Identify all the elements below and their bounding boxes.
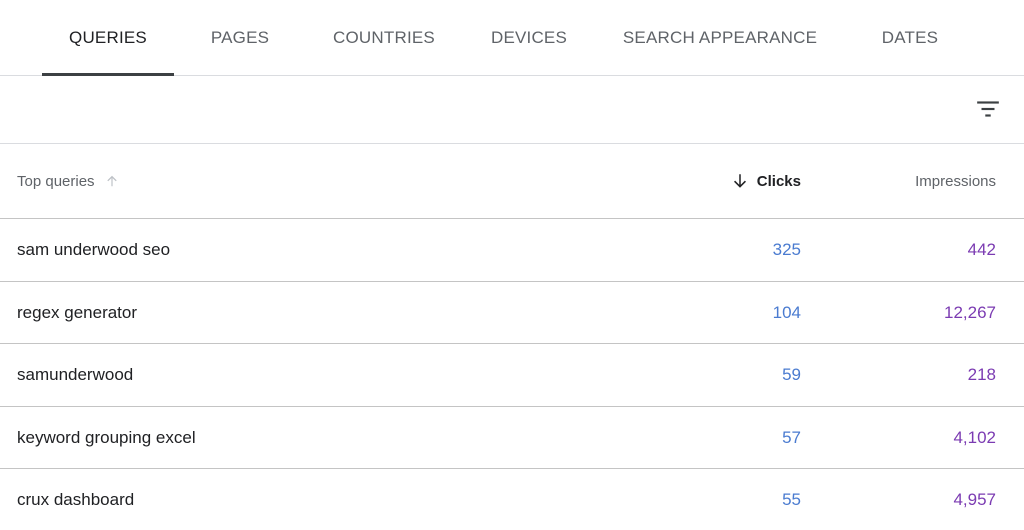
filter-icon[interactable] [975, 96, 1001, 122]
table-header: Top queries Clicks Impressions [0, 144, 1024, 219]
column-header-clicks[interactable]: Clicks [731, 144, 801, 218]
arrow-down-icon [733, 174, 746, 188]
tab-pages[interactable]: PAGES [190, 0, 290, 75]
table-row[interactable]: sam underwood seo 325 442 [0, 219, 1024, 282]
clicks-cell: 325 [772, 240, 801, 259]
query-cell: regex generator [17, 302, 138, 322]
impressions-cell: 4,102 [953, 427, 996, 447]
impressions-cell: 442 [967, 240, 996, 259]
column-header-top-queries[interactable]: Top queries [17, 144, 119, 218]
column-header-impressions[interactable]: Impressions [915, 144, 996, 218]
clicks-cell: 104 [772, 302, 801, 322]
table-body: sam underwood seo 325 442 regex generato… [0, 219, 1024, 530]
query-cell: keyword grouping excel [17, 427, 196, 447]
impressions-cell: 12,267 [944, 302, 996, 322]
clicks-cell: 57 [782, 427, 801, 447]
report-tabs: QUERIES PAGES COUNTRIES DEVICES SEARCH A… [0, 0, 1024, 76]
tab-countries[interactable]: COUNTRIES [320, 0, 448, 75]
table-row[interactable]: samunderwood 59 218 [0, 344, 1024, 407]
tab-search-appearance[interactable]: SEARCH APPEARANCE [610, 0, 830, 75]
tab-dates[interactable]: DATES [860, 0, 960, 75]
query-cell: sam underwood seo [17, 240, 171, 259]
tab-queries[interactable]: QUERIES [42, 0, 174, 76]
column-header-label: Clicks [756, 172, 801, 190]
query-cell: samunderwood [17, 365, 134, 384]
table-row[interactable]: crux dashboard 55 4,957 [0, 469, 1024, 530]
tab-devices[interactable]: DEVICES [478, 0, 580, 75]
clicks-cell: 59 [782, 365, 801, 384]
column-header-label: Top queries [17, 172, 95, 190]
impressions-cell: 218 [967, 365, 996, 384]
query-cell: crux dashboard [17, 490, 135, 509]
impressions-cell: 4,957 [953, 490, 996, 509]
table-row[interactable]: keyword grouping excel 57 4,102 [0, 407, 1024, 469]
table-row[interactable]: regex generator 104 12,267 [0, 282, 1024, 344]
arrow-up-icon [106, 175, 117, 187]
table-toolbar [0, 76, 1024, 144]
column-header-label: Impressions [915, 172, 996, 190]
clicks-cell: 55 [782, 490, 801, 509]
